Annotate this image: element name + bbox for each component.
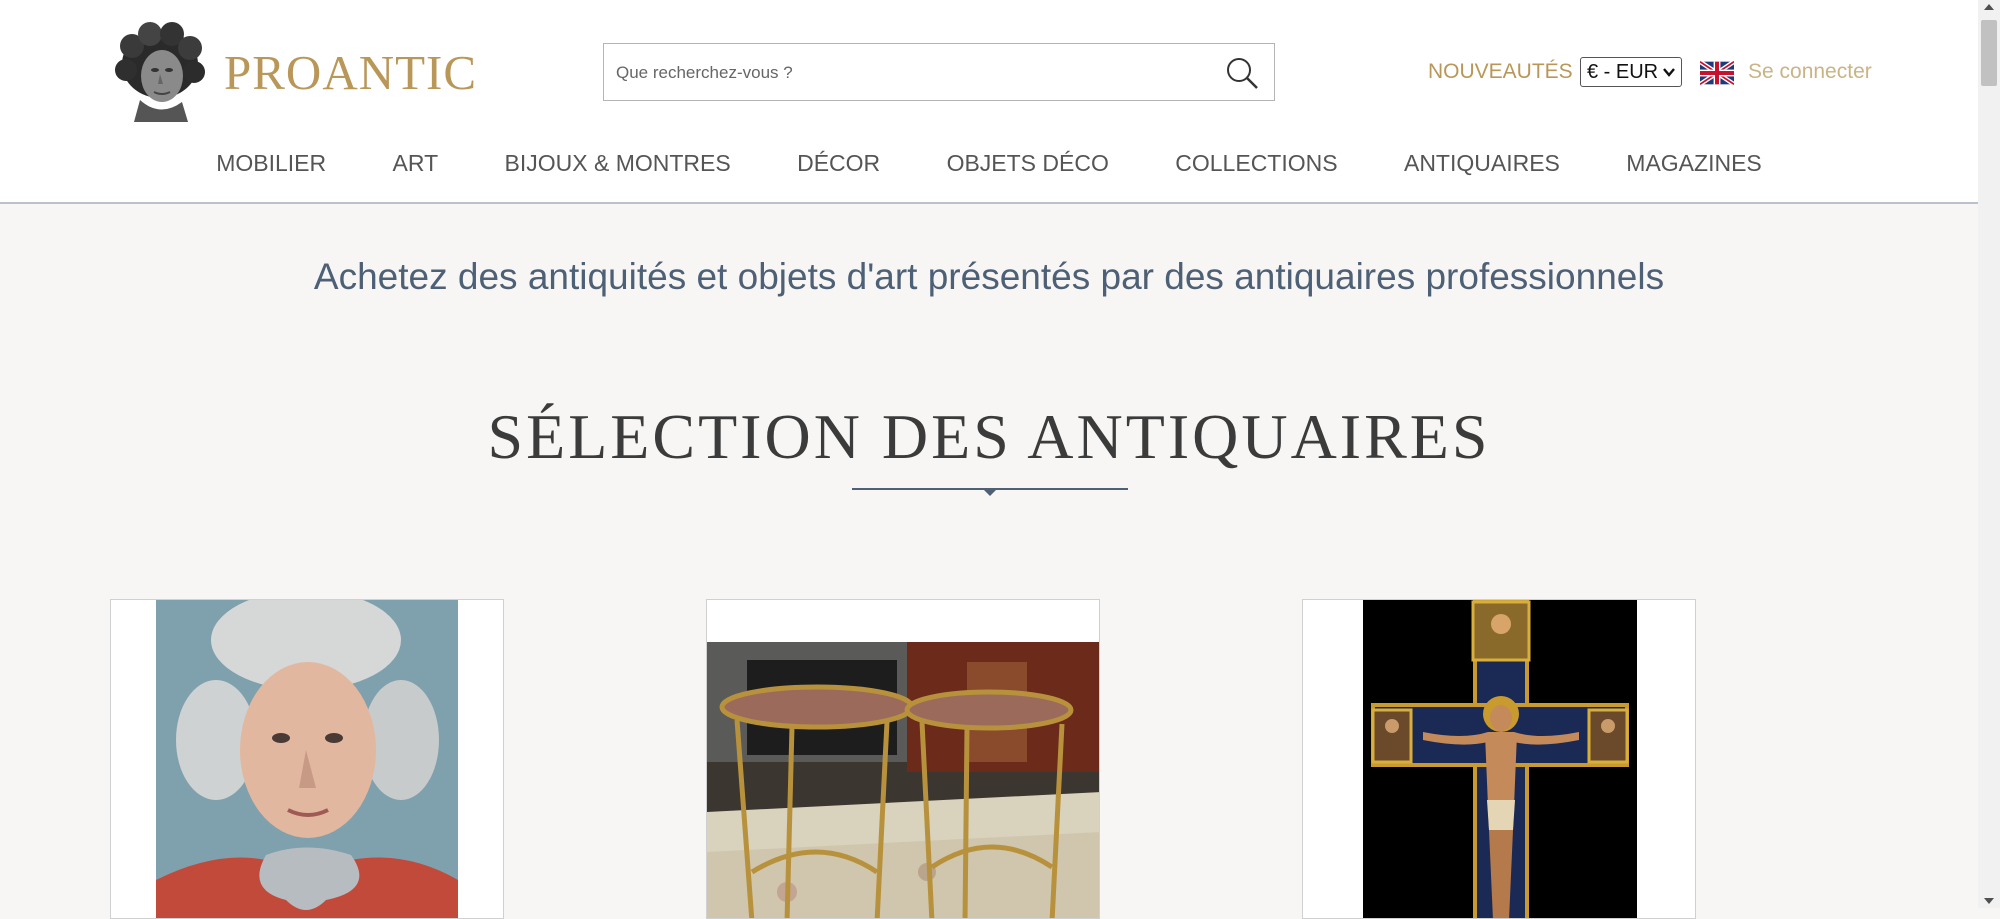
portrait-painting-image (156, 600, 458, 918)
brand-name: PROANTIC (224, 44, 478, 100)
currency-value: € - EUR (1587, 60, 1659, 83)
nav-item-decor[interactable]: DÉCOR (797, 150, 880, 177)
scrollbar[interactable] (1978, 0, 2000, 908)
nav-item-antiquaires[interactable]: ANTIQUAIRES (1404, 150, 1560, 177)
uk-flag-icon[interactable] (1700, 60, 1734, 86)
bust-logo-icon (110, 22, 210, 122)
nav-item-collections[interactable]: COLLECTIONS (1175, 150, 1337, 177)
page-tagline: Achetez des antiquités et objets d'art p… (313, 256, 1665, 297)
title-divider (852, 488, 1128, 496)
scroll-down-arrow-icon[interactable] (1984, 898, 1994, 904)
search-box (603, 43, 1275, 102)
nav-item-objets-deco[interactable]: OBJETS DÉCO (947, 150, 1109, 177)
product-card-portrait[interactable] (110, 599, 504, 919)
search-icon[interactable] (1224, 55, 1260, 91)
nav-item-art[interactable]: ART (393, 150, 439, 177)
chevron-down-icon (1663, 68, 1675, 77)
section-title: SÉLECTION DES ANTIQUAIRES (487, 401, 1491, 472)
nav-item-mobilier[interactable]: MOBILIER (216, 150, 326, 177)
new-arrivals-link[interactable]: NOUVEAUTÉS (1428, 60, 1573, 84)
nav-item-bijoux-montres[interactable]: BIJOUX & MONTRES (505, 150, 731, 177)
painted-crucifix-image (1363, 600, 1637, 918)
currency-select[interactable]: € - EUR (1580, 57, 1682, 87)
scrollbar-thumb[interactable] (1981, 20, 1997, 86)
product-card-tables[interactable] (706, 599, 1100, 919)
search-input[interactable] (614, 44, 1208, 102)
pair-of-side-tables-image (707, 642, 1099, 918)
logo[interactable]: PROANTIC (110, 22, 477, 122)
login-link[interactable]: Se connecter (1748, 60, 1872, 84)
nav-item-magazines[interactable]: MAGAZINES (1626, 150, 1761, 177)
site-header: PROANTIC NOUVEAUTÉS € - EUR Se connecter… (0, 0, 1978, 204)
scroll-up-arrow-icon[interactable] (1984, 4, 1994, 10)
main-nav: MOBILIER ART BIJOUX & MONTRES DÉCOR OBJE… (0, 150, 1978, 177)
product-card-crucifix[interactable] (1302, 599, 1696, 919)
